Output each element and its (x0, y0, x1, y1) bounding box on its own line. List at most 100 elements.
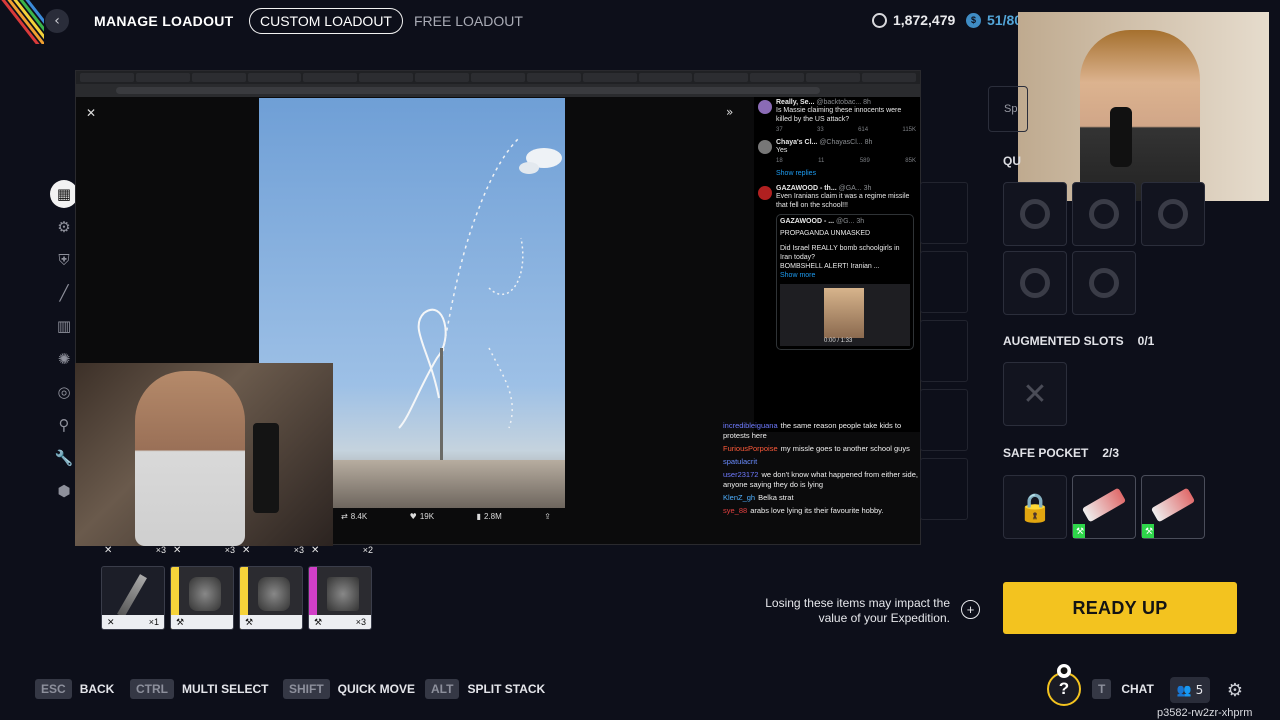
quick-use-slot[interactable] (1003, 182, 1067, 246)
heart-icon[interactable]: ♥ (410, 512, 417, 521)
ammo-icon[interactable]: ▥ (50, 312, 78, 340)
safe-pocket-slot-locked[interactable]: 🔒 (1003, 475, 1067, 539)
expedition-warning: Losing these items may impact the value … (765, 596, 950, 625)
quoted-tweet[interactable]: GAZAWOOD - ... @G... 3h PROPAGANDA UNMAS… (776, 214, 914, 350)
tool-item-icon (117, 574, 147, 618)
crate-icon[interactable]: ⬢ (50, 477, 78, 505)
brand-stripes (0, 0, 44, 44)
chat-message: incredibleiguana the same reason people t… (723, 421, 902, 440)
tweet-actions[interactable]: 18 11 589 85K (776, 158, 916, 164)
tokens-display: $ 51/80 (966, 12, 1022, 28)
party-icon: 👥 (1176, 683, 1192, 697)
microphone (253, 423, 279, 513)
plus-icon[interactable]: + (961, 600, 980, 619)
item-qty-header: ✕ ×3 (104, 545, 166, 556)
view-count: ▮ 2.8M (476, 512, 502, 521)
replies-feed: Really, Se... @backtobac... 8h Is Massie… (754, 97, 920, 432)
credits-value: 1,872,479 (893, 12, 956, 28)
show-replies-link[interactable]: Show replies (754, 170, 920, 177)
streamer-webcam (75, 363, 333, 546)
chat-button[interactable]: T CHAT (1092, 679, 1154, 699)
hint-split-stack[interactable]: ALT SPLIT STACK (425, 679, 545, 699)
weapon-icon[interactable]: ╱ (50, 279, 78, 307)
show-more-link[interactable]: Show more (780, 271, 910, 280)
shield-icon[interactable]: ⛨ (50, 246, 78, 274)
wrench-icon: ⚒ (1076, 527, 1085, 537)
repost-icon[interactable]: ⇄ (341, 512, 348, 521)
chevron-right-icon[interactable]: » (726, 105, 733, 119)
reply-tweet[interactable]: GAZAWOOD - th... @GA... 3h Even Iranians… (754, 183, 920, 354)
grid-icon[interactable]: ▦ (50, 180, 78, 208)
browser-tabbar[interactable] (76, 71, 920, 84)
canister-item-icon (258, 577, 290, 611)
reply-tweet[interactable]: Really, Se... @backtobac... 8h Is Massie… (754, 97, 920, 137)
stream-chat: incredibleiguana the same reason people t… (723, 421, 921, 519)
gadget-icon[interactable]: ◎ (50, 378, 78, 406)
address-bar[interactable] (76, 84, 920, 97)
wrench-icon: ⚒ (1145, 527, 1154, 537)
item-qty-header: ✕ ×3 (242, 545, 304, 556)
item-qty-header: ✕ ×3 (173, 545, 235, 556)
tool-icon[interactable]: ⚲ (50, 411, 78, 439)
inventory-item[interactable]: ✕ ×1 (101, 566, 165, 630)
reply-tweet[interactable]: Chaya's Cl... @ChayasCl... 8h Yes 18 11 58… (754, 137, 920, 168)
search-input[interactable]: Sp (988, 86, 1028, 132)
augmented-slots-label: AUGMENTED SLOTS 0/1 (1003, 334, 1155, 348)
tab-free-loadout[interactable]: FREE LOADOUT (404, 8, 533, 34)
chat-message: FuriousPorpoise my missle goes to another… (723, 444, 910, 453)
chat-message: user23172 we don't know what happened fro… (723, 470, 918, 489)
gear-icon[interactable]: ⚙ (1222, 677, 1248, 703)
avatar (758, 140, 772, 154)
inventory-item[interactable]: ⚒ (170, 566, 234, 630)
hint-multi-select[interactable]: CTRL MULTI SELECT (130, 679, 268, 699)
crossed-tools-icon: ✕ (1022, 376, 1048, 412)
inventory-item[interactable]: ⚒ (239, 566, 303, 630)
safe-pocket-slot[interactable]: ⚒ (1141, 475, 1205, 539)
grenade-icon[interactable]: ✺ (50, 345, 78, 373)
canister-item-icon (189, 577, 221, 611)
bar-chart-icon: ▮ (476, 512, 481, 521)
item-qty-header: ✕ ×2 (311, 545, 373, 556)
microphone (1110, 107, 1132, 167)
party-button[interactable]: 👥 5 (1170, 677, 1210, 703)
hint-back[interactable]: ESC BACK (35, 679, 114, 699)
quick-use-slot[interactable] (1003, 251, 1067, 315)
tweet-stats: ⇄ 8.4K ♥ 19K ▮ 2.8M ⇪ (341, 512, 551, 521)
back-arrow-icon[interactable]: ‹ (45, 9, 69, 33)
mods-icon[interactable]: ⚙ (50, 213, 78, 241)
chat-message: KlenZ_gh Belka strat (723, 493, 794, 502)
ready-up-button[interactable]: READY UP (1003, 582, 1237, 634)
grenade-item-icon (1079, 487, 1129, 527)
repost-count: ⇄ 8.4K (341, 512, 368, 521)
quoted-video[interactable]: 0:00 / 1:33 (780, 284, 910, 346)
chest-item-icon (327, 577, 359, 611)
share-icon[interactable]: ⇪ (544, 512, 551, 521)
notification-badge: ● (1057, 664, 1071, 678)
session-code: p3582-rw2zr-xhprm (1157, 707, 1253, 719)
chat-message: sye_88 arabs love lying its their favouri… (723, 506, 884, 515)
video-timestamp: 0:00 / 1:33 (824, 338, 853, 344)
inventory-item[interactable]: ⚒ ×3 (308, 566, 372, 630)
tokens-value: 51/80 (987, 12, 1023, 28)
credits-icon (872, 12, 887, 28)
avatar (758, 100, 772, 114)
safe-pocket-slot[interactable]: ⚒ (1072, 475, 1136, 539)
augmented-slot[interactable]: ✕ (1003, 362, 1067, 426)
quick-use-slot[interactable] (1072, 182, 1136, 246)
page-title: MANAGE LOADOUT (94, 13, 234, 29)
quick-use-slot[interactable] (1141, 182, 1205, 246)
hint-quick-move[interactable]: SHIFT QUICK MOVE (283, 679, 415, 699)
tweet-actions[interactable]: 37 33 614 115K (776, 127, 916, 133)
credits-display: 1,872,479 (872, 12, 955, 28)
chat-message: spatulacrit (723, 457, 758, 466)
quick-use-label: QU (1003, 154, 1021, 168)
wrench-icon[interactable]: 🔧 (50, 444, 78, 472)
lock-icon: 🔒 (1017, 490, 1053, 524)
tokens-icon: $ (966, 12, 981, 28)
quick-use-slot[interactable] (1072, 251, 1136, 315)
close-icon[interactable]: ✕ (86, 106, 96, 120)
safe-pocket-label: SAFE POCKET 2/3 (1003, 446, 1120, 460)
tab-custom-loadout[interactable]: CUSTOM LOADOUT (249, 8, 403, 34)
grenade-item-icon (1148, 487, 1198, 527)
like-count: ♥ 19K (409, 512, 435, 521)
